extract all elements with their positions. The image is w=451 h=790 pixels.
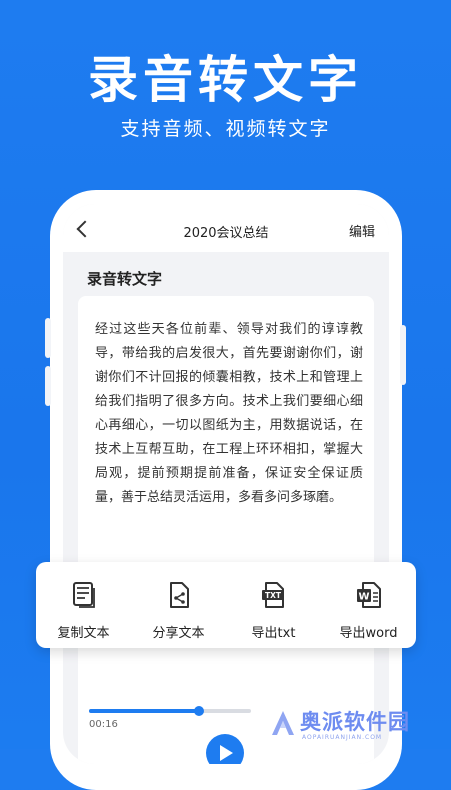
section-title: 录音转文字 xyxy=(87,270,163,288)
word-file-icon: W xyxy=(356,582,381,608)
share-text-button[interactable]: 分享文本 xyxy=(131,562,226,648)
page-title: 2020会议总结 xyxy=(183,226,269,241)
play-button[interactable] xyxy=(206,734,244,764)
hero-subtitle: 支持音频、视频转文字 xyxy=(120,118,331,140)
transcript-text: 经过这些天各位前辈、领导对我们的谆谆教导，带给我的启发很大，首先要谢谢你们，谢谢… xyxy=(95,322,363,505)
hero-title: 录音转文字 xyxy=(88,51,363,109)
nav-bar: 2020会议总结 编辑 xyxy=(63,204,389,252)
export-txt-button[interactable]: TXT 导出txt xyxy=(226,562,321,648)
action-panel: 复制文本 分享文本 TXT 导出txt W 导出word xyxy=(36,562,416,648)
share-document-icon xyxy=(169,582,189,608)
action-label: 导出txt xyxy=(251,626,296,641)
current-time: 00:16 xyxy=(89,719,118,730)
copy-text-button[interactable]: 复制文本 xyxy=(36,562,131,648)
play-icon xyxy=(220,745,233,761)
action-label: 复制文本 xyxy=(57,626,110,641)
phone-side-button xyxy=(45,366,51,406)
audio-progress-fill xyxy=(89,709,200,713)
aopai-logo-icon xyxy=(272,711,294,735)
phone-side-button xyxy=(400,325,406,385)
edit-button[interactable]: 编辑 xyxy=(349,221,375,240)
phone-side-button xyxy=(45,318,51,358)
copy-document-icon xyxy=(72,582,95,608)
txt-file-icon: TXT xyxy=(261,582,284,608)
audio-progress-bar[interactable] xyxy=(89,706,251,716)
transcript-card: 经过这些天各位前辈、领导对我们的谆谆教导，带给我的启发很大，首先要谢谢你们，谢谢… xyxy=(78,296,374,764)
export-word-button[interactable]: W 导出word xyxy=(321,562,416,648)
phone-screen: 2020会议总结 编辑 录音转文字 经过这些天各位前辈、领导对我们的谆谆教导，带… xyxy=(63,204,389,764)
svg-text:TXT: TXT xyxy=(264,591,281,600)
watermark: 奥派软件园 AOPAIRUANJIAN.COM xyxy=(268,704,448,744)
watermark-text: 奥派软件园 xyxy=(300,710,410,734)
watermark-subtext: AOPAIRUANJIAN.COM xyxy=(302,734,383,741)
action-label: 导出word xyxy=(339,626,398,641)
action-label: 分享文本 xyxy=(152,626,205,641)
svg-text:W: W xyxy=(358,592,369,603)
